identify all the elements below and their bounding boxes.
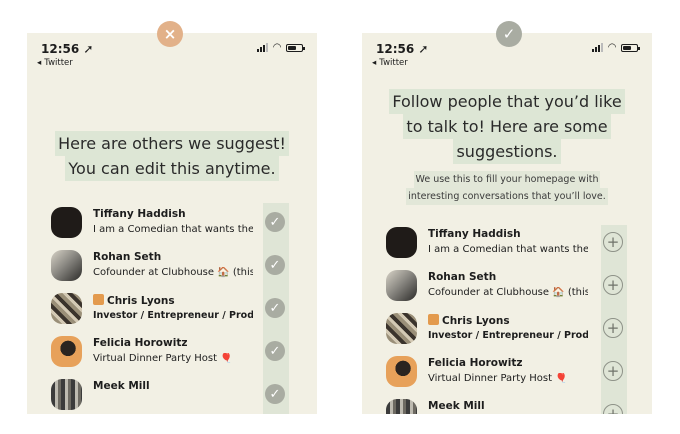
battery-icon xyxy=(286,43,305,52)
follow-plus-button[interactable]: + xyxy=(603,318,623,338)
checkmark-button[interactable]: ✓ xyxy=(265,212,285,232)
avatar xyxy=(386,270,417,301)
status-time: 12:56 ➚ xyxy=(376,42,429,56)
list-item: Meek Mill ✓ xyxy=(51,378,317,414)
signal-icon xyxy=(257,43,269,52)
checkmark-button[interactable]: ✓ xyxy=(265,255,285,275)
close-icon[interactable]: × xyxy=(157,21,183,47)
list-item: Chris Lyons Investor / Entrepreneur / Pr… xyxy=(386,312,652,355)
list-item: Rohan Seth Cofounder at Clubhouse 🏠 (thi… xyxy=(51,249,317,292)
avatar xyxy=(51,207,82,238)
list-item: Tiffany Haddish I am a Comedian that wan… xyxy=(51,206,317,249)
checkmark-button[interactable]: ✓ xyxy=(265,298,285,318)
status-time: 12:56 ➚ xyxy=(41,42,94,56)
user-bio: Virtual Dinner Party Host 🎈 xyxy=(93,353,233,364)
follow-plus-button[interactable]: + xyxy=(603,361,623,381)
list-item: Meek Mill + xyxy=(386,398,652,414)
user-bio: Cofounder at Clubhouse 🏠 (this... xyxy=(428,287,588,298)
list-item: Felicia Horowitz Virtual Dinner Party Ho… xyxy=(386,355,652,398)
avatar xyxy=(51,293,82,324)
check-icon[interactable]: ✓ xyxy=(496,21,522,47)
avatar xyxy=(386,356,417,387)
user-name: Rohan Seth xyxy=(93,251,162,263)
battery-icon xyxy=(621,43,640,52)
list-item: Tiffany Haddish I am a Comedian that wan… xyxy=(386,226,652,269)
avatar xyxy=(386,227,417,258)
back-to-twitter[interactable]: ◂ Twitter xyxy=(37,58,73,68)
follow-plus-button[interactable]: + xyxy=(603,275,623,295)
user-name: Felicia Horowitz xyxy=(428,357,523,369)
phone-screen-left: 12:56 ➚ ◠ ◂ Twitter Here are others we s… xyxy=(27,33,317,414)
user-bio: Investor / Entrepreneur / Producer... xyxy=(93,310,253,321)
suggestion-list: Tiffany Haddish I am a Comedian that wan… xyxy=(386,226,652,414)
avatar xyxy=(51,250,82,281)
signal-icon xyxy=(592,43,604,52)
user-name: Rohan Seth xyxy=(428,271,497,283)
user-name: Chris Lyons xyxy=(93,294,175,307)
wifi-icon: ◠ xyxy=(273,42,281,53)
user-name: Meek Mill xyxy=(93,380,150,392)
wifi-icon: ◠ xyxy=(608,42,616,53)
checkmark-button[interactable]: ✓ xyxy=(265,384,285,404)
page-subheading: We use this to fill your homepage with i… xyxy=(362,171,652,205)
user-bio: Virtual Dinner Party Host 🎈 xyxy=(428,373,568,384)
back-arrow-icon: ◂ xyxy=(372,58,377,68)
user-name: Felicia Horowitz xyxy=(93,337,188,349)
back-to-twitter[interactable]: ◂ Twitter xyxy=(372,58,408,68)
user-bio: Investor / Entrepreneur / Producer... xyxy=(428,330,588,341)
follow-plus-button[interactable]: + xyxy=(603,404,623,414)
phone-screen-right: 12:56 ➚ ◠ ◂ Twitter Follow people that y… xyxy=(362,33,652,414)
user-name: Meek Mill xyxy=(428,400,485,412)
user-bio: Cofounder at Clubhouse 🏠 (this... xyxy=(93,267,253,278)
list-item: Rohan Seth Cofounder at Clubhouse 🏠 (thi… xyxy=(386,269,652,312)
avatar xyxy=(386,313,417,344)
emoji-icon xyxy=(428,314,439,325)
avatar xyxy=(386,399,417,414)
list-item: Felicia Horowitz Virtual Dinner Party Ho… xyxy=(51,335,317,378)
user-bio: I am a Comedian that wants the... xyxy=(428,244,588,255)
user-name: Tiffany Haddish xyxy=(93,208,186,220)
page-heading: Follow people that you’d like to talk to… xyxy=(362,89,652,164)
user-name: Chris Lyons xyxy=(428,314,510,327)
emoji-icon xyxy=(93,294,104,305)
follow-plus-button[interactable]: + xyxy=(603,232,623,252)
back-arrow-icon: ◂ xyxy=(37,58,42,68)
page-heading: Here are others we suggest! You can edit… xyxy=(27,131,317,181)
user-name: Tiffany Haddish xyxy=(428,228,521,240)
list-item: Chris Lyons Investor / Entrepreneur / Pr… xyxy=(51,292,317,335)
suggestion-list: Tiffany Haddish I am a Comedian that wan… xyxy=(51,206,317,414)
checkmark-button[interactable]: ✓ xyxy=(265,341,285,361)
user-bio: I am a Comedian that wants the... xyxy=(93,224,253,235)
avatar xyxy=(51,336,82,367)
avatar xyxy=(51,379,82,410)
